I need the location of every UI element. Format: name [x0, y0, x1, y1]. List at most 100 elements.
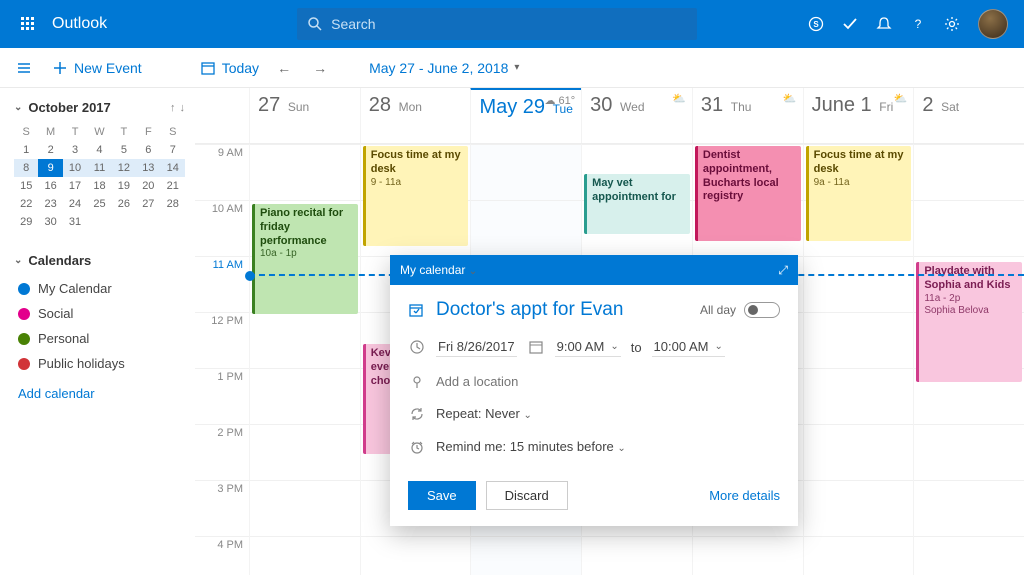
minical-day[interactable]: 7: [161, 141, 185, 159]
calendar-event[interactable]: Focus time at my desk9a - 11a: [806, 146, 912, 241]
next-week-button[interactable]: →: [309, 60, 331, 76]
minical-day[interactable]: 25: [87, 195, 111, 213]
minical-day[interactable]: 16: [38, 177, 62, 195]
minical-day[interactable]: 15: [14, 177, 38, 195]
minical-day[interactable]: [161, 213, 185, 231]
discard-button[interactable]: Discard: [486, 481, 568, 510]
tasks-icon[interactable]: [842, 16, 858, 33]
day-header[interactable]: 27 Sun: [249, 88, 360, 143]
minical-day[interactable]: 24: [63, 195, 87, 213]
all-day-toggle[interactable]: [744, 302, 780, 318]
settings-icon[interactable]: [944, 16, 960, 33]
calendar-event[interactable]: Piano recital for friday performance10a …: [252, 204, 358, 314]
minical-day[interactable]: 14: [161, 159, 185, 177]
start-time-select[interactable]: 9:00 AM ⌄: [555, 337, 621, 357]
calendar-event[interactable]: May vet appointment for: [584, 174, 690, 234]
new-event-button[interactable]: New Event: [52, 60, 142, 76]
minical-day[interactable]: 11: [87, 159, 111, 177]
minical-day[interactable]: [87, 213, 111, 231]
save-button[interactable]: Save: [408, 481, 476, 510]
app-launcher-icon[interactable]: [8, 15, 48, 33]
time-label: 11 AM: [195, 256, 249, 312]
minical-day[interactable]: 17: [63, 177, 87, 195]
day-header[interactable]: 2 Sat: [913, 88, 1024, 143]
user-avatar[interactable]: [978, 9, 1008, 39]
menu-toggle-icon[interactable]: [8, 59, 40, 76]
expand-icon[interactable]: ⤢: [778, 263, 788, 278]
calendar-list-item[interactable]: My Calendar: [14, 276, 185, 301]
search-input[interactable]: [331, 16, 687, 32]
search-box[interactable]: [297, 8, 697, 40]
day-header[interactable]: 30 Wed ⛅: [581, 88, 692, 143]
add-calendar-button[interactable]: Add calendar: [14, 376, 185, 401]
minical-day[interactable]: 10: [63, 159, 87, 177]
mini-calendar[interactable]: SMTWTFS123456789101112131415161718192021…: [14, 123, 185, 231]
minical-day[interactable]: 21: [161, 177, 185, 195]
minical-day[interactable]: 26: [112, 195, 136, 213]
minical-day[interactable]: [136, 213, 160, 231]
day-column[interactable]: Piano recital for friday performance10a …: [249, 144, 360, 575]
minical-day[interactable]: 8: [14, 159, 38, 177]
minical-day[interactable]: 12: [112, 159, 136, 177]
minical-day[interactable]: 9: [38, 159, 62, 177]
repeat-icon: [408, 406, 426, 423]
calendar-icon: [200, 60, 216, 76]
minical-day[interactable]: 23: [38, 195, 62, 213]
notifications-icon[interactable]: [876, 16, 892, 33]
weather-icon: ⛅: [894, 92, 908, 105]
minical-day[interactable]: 2: [38, 141, 62, 159]
minical-day[interactable]: 18: [87, 177, 111, 195]
reminder-select[interactable]: Remind me: 15 minutes before ⌄: [436, 439, 626, 454]
date-range-picker[interactable]: May 27 - June 2, 2018 ▾: [369, 60, 519, 76]
event-date-picker[interactable]: Fri 8/26/2017: [436, 337, 517, 357]
calendars-header[interactable]: ⌄ Calendars: [14, 253, 185, 268]
minical-day[interactable]: 13: [136, 159, 160, 177]
weather-icon: ⛅: [672, 92, 686, 105]
calendar-event[interactable]: Dentist appointment, Bucharts local regi…: [695, 146, 801, 241]
location-input[interactable]: [436, 374, 780, 389]
skype-icon[interactable]: S: [808, 16, 824, 33]
calendar-list-item[interactable]: Personal: [14, 326, 185, 351]
sidebar: ⌄ October 2017 ↑ ↓ SMTWTFS12345678910111…: [0, 88, 195, 575]
calendar-picker-icon[interactable]: [527, 339, 545, 356]
minical-day[interactable]: 29: [14, 213, 38, 231]
minical-day[interactable]: [112, 213, 136, 231]
minical-day[interactable]: 28: [161, 195, 185, 213]
mini-calendar-header[interactable]: ⌄ October 2017 ↑ ↓: [14, 100, 185, 115]
end-time-select[interactable]: 10:00 AM ⌄: [652, 337, 725, 357]
minical-day[interactable]: 6: [136, 141, 160, 159]
help-icon[interactable]: ?: [910, 16, 926, 33]
next-month-button[interactable]: ↓: [180, 102, 186, 114]
time-label: 2 PM: [195, 424, 249, 480]
repeat-select[interactable]: Repeat: Never ⌄: [436, 406, 532, 421]
minical-day[interactable]: 4: [87, 141, 111, 159]
today-button[interactable]: Today: [200, 60, 259, 76]
minical-day[interactable]: 3: [63, 141, 87, 159]
chevron-down-icon: ⌄: [14, 102, 22, 113]
new-event-label: New Event: [74, 60, 142, 76]
day-header[interactable]: June 1 Fri ⛅: [803, 88, 914, 143]
minical-day[interactable]: 30: [38, 213, 62, 231]
calendar-event[interactable]: Focus time at my desk9 - 11a: [363, 146, 469, 246]
day-column[interactable]: Focus time at my desk9a - 11a: [803, 144, 914, 575]
event-title-input[interactable]: Doctor's appt for Evan: [436, 299, 700, 321]
calendar-color-dot: [18, 283, 30, 295]
minical-day[interactable]: 5: [112, 141, 136, 159]
popup-calendar-selector[interactable]: My calendar ⌄: [400, 263, 477, 277]
more-details-link[interactable]: More details: [709, 488, 780, 503]
day-column[interactable]: Playdate with Sophia and Kids11a - 2pSop…: [913, 144, 1024, 575]
minical-day[interactable]: 19: [112, 177, 136, 195]
day-header[interactable]: May 29 Tue ☁ 61°: [470, 88, 581, 143]
prev-week-button[interactable]: ←: [273, 60, 295, 76]
prev-month-button[interactable]: ↑: [170, 102, 176, 114]
minical-day[interactable]: 31: [63, 213, 87, 231]
minical-day[interactable]: 27: [136, 195, 160, 213]
calendar-list-item[interactable]: Social: [14, 301, 185, 326]
day-header[interactable]: 28 Mon: [360, 88, 471, 143]
minical-day[interactable]: 1: [14, 141, 38, 159]
calendar-event[interactable]: Playdate with Sophia and Kids11a - 2pSop…: [916, 262, 1022, 382]
minical-day[interactable]: 22: [14, 195, 38, 213]
minical-day[interactable]: 20: [136, 177, 160, 195]
calendar-list-item[interactable]: Public holidays: [14, 351, 185, 376]
day-header[interactable]: 31 Thu ⛅: [692, 88, 803, 143]
